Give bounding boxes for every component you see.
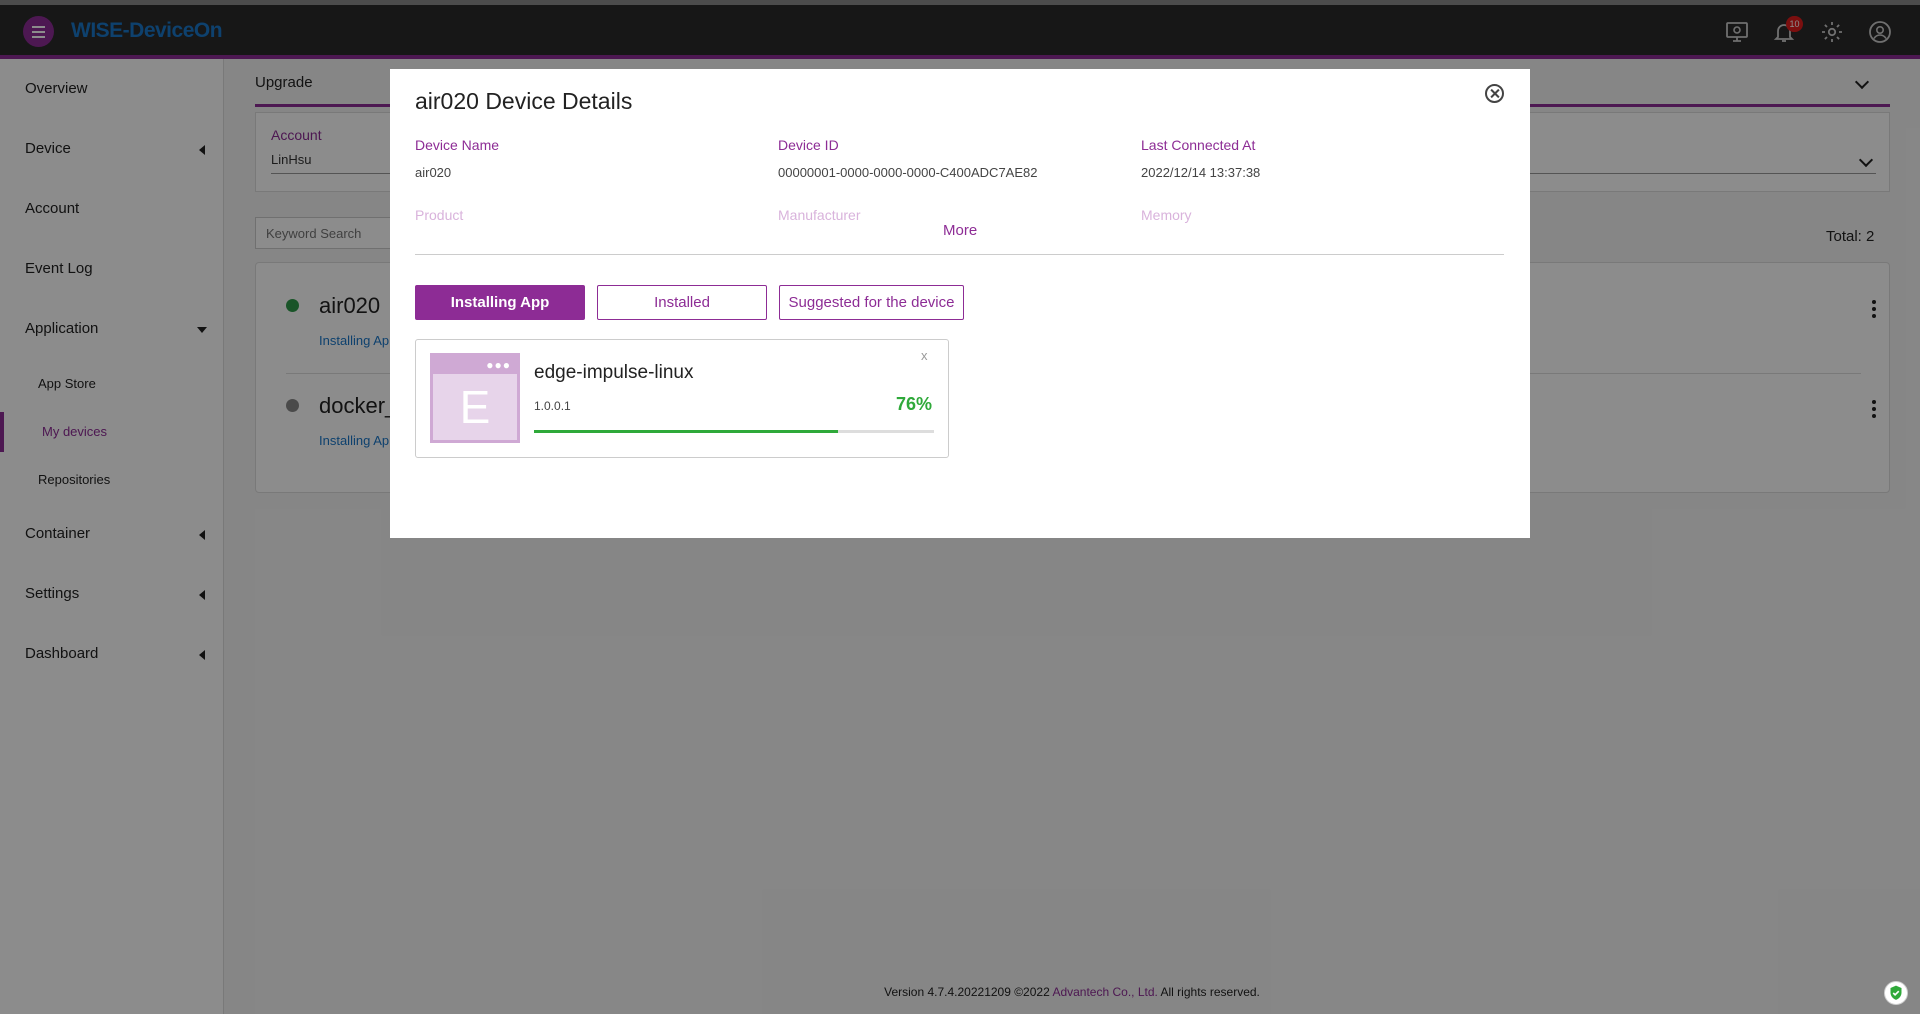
modal-divider	[415, 254, 1504, 255]
device-name-value: air020	[415, 165, 452, 180]
app-name: edge-impulse-linux	[534, 362, 694, 383]
last-connected-value: 2022/12/14 13:37:38	[1141, 165, 1261, 180]
tab-installed[interactable]: Installed	[597, 285, 767, 320]
more-button[interactable]: More	[943, 222, 977, 239]
progress-percent: 76%	[896, 394, 933, 414]
close-icon[interactable]	[1485, 84, 1504, 103]
tab-suggested[interactable]: Suggested for the device	[779, 285, 964, 320]
modal-title: air020 Device Details	[415, 88, 633, 114]
progress-bar-fill	[534, 430, 838, 433]
installing-app-card: ●●● E edge-impulse-linux 1.0.0.1 76% x	[415, 339, 949, 458]
last-connected-label: Last Connected At	[1141, 137, 1256, 153]
device-name-label: Device Name	[415, 137, 500, 153]
device-id-value: 00000001-0000-0000-0000-C400ADC7AE82	[778, 165, 1038, 180]
device-id-label: Device ID	[778, 137, 839, 153]
progress-bar	[534, 430, 934, 433]
app-version: 1.0.0.1	[534, 399, 571, 413]
memory-label: Memory	[1141, 207, 1192, 223]
tab-installing-app[interactable]: Installing App	[415, 285, 585, 320]
device-details-modal: air020 Device Details Device Name air020…	[390, 69, 1530, 538]
shield-icon[interactable]	[1884, 981, 1908, 1005]
cancel-install-button[interactable]: x	[921, 348, 928, 363]
app-window-icon: ●●● E	[430, 353, 520, 443]
manufacturer-label: Manufacturer	[778, 207, 861, 223]
product-label: Product	[415, 207, 464, 223]
